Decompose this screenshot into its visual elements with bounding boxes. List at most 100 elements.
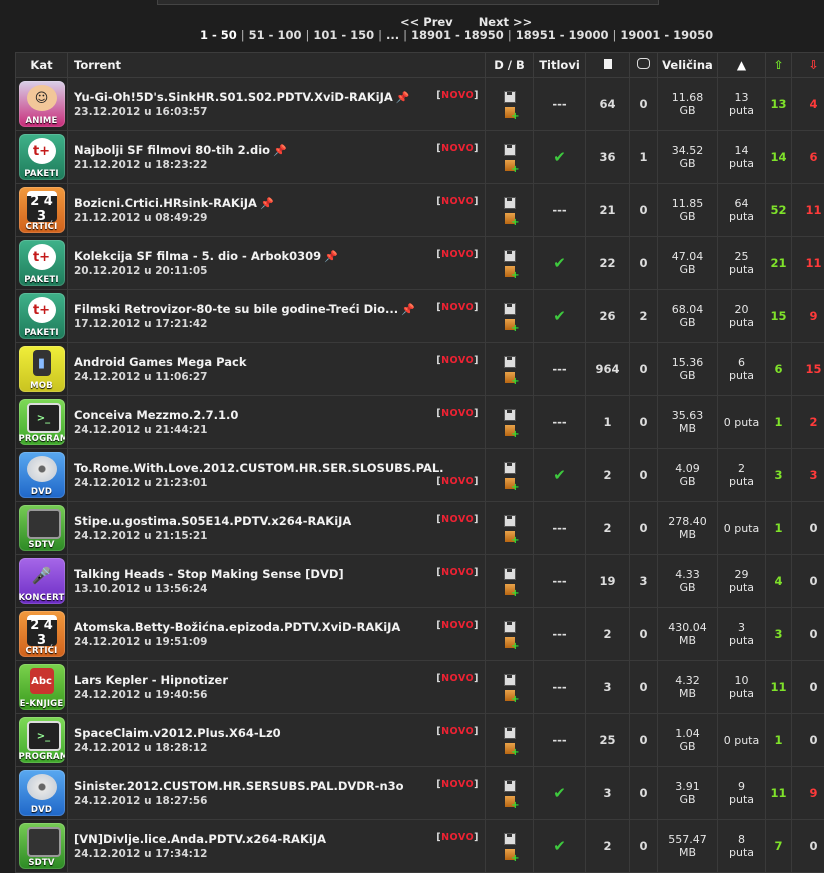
torrent-link[interactable]: Stipe.u.gostima.S05E14.PDTV.x264-RAKiJA — [74, 514, 444, 528]
seeders-cell[interactable]: 7 — [766, 820, 792, 873]
files-count[interactable]: 21 — [586, 184, 630, 237]
leechers-cell[interactable]: 0 — [792, 820, 824, 873]
seeders-cell[interactable]: 14 — [766, 131, 792, 184]
bookmark-add-icon[interactable] — [505, 531, 515, 542]
files-count[interactable]: 3 — [586, 661, 630, 714]
torrent-link[interactable]: Filmski Retrovizor-80-te su bile godine-… — [74, 302, 444, 316]
files-count[interactable]: 36 — [586, 131, 630, 184]
leechers-cell[interactable]: 0 — [792, 608, 824, 661]
bookmark-add-icon[interactable] — [505, 796, 515, 807]
files-count[interactable]: 2 — [586, 820, 630, 873]
comments-count[interactable]: 3 — [630, 555, 658, 608]
comments-count[interactable]: 0 — [630, 449, 658, 502]
page-link[interactable]: 19001 - 19050 — [620, 28, 713, 42]
leechers-cell[interactable]: 0 — [792, 714, 824, 767]
category-icon[interactable]: >_ PROGRAMI — [19, 717, 65, 763]
bookmark-add-icon[interactable] — [505, 107, 515, 118]
seeders-cell[interactable]: 11 — [766, 661, 792, 714]
comments-count[interactable]: 0 — [630, 237, 658, 290]
leechers-cell[interactable]: 0 — [792, 555, 824, 608]
category-icon[interactable]: 🎤 KONCERTI — [19, 558, 65, 604]
files-count[interactable]: 22 — [586, 237, 630, 290]
category-icon[interactable]: DVD — [19, 770, 65, 816]
bookmark-add-icon[interactable] — [505, 425, 515, 436]
header-files[interactable] — [586, 53, 630, 78]
comments-count[interactable]: 1 — [630, 131, 658, 184]
prev-link[interactable]: << Prev — [400, 15, 453, 29]
files-count[interactable]: 3 — [586, 767, 630, 820]
files-count[interactable]: 964 — [586, 343, 630, 396]
download-icon[interactable] — [504, 303, 516, 315]
seeders-cell[interactable]: 3 — [766, 449, 792, 502]
files-count[interactable]: 2 — [586, 608, 630, 661]
files-count[interactable]: 2 — [586, 449, 630, 502]
download-icon[interactable] — [504, 727, 516, 739]
comments-count[interactable]: 0 — [630, 767, 658, 820]
files-count[interactable]: 25 — [586, 714, 630, 767]
category-icon[interactable]: Abc E-KNJIGE — [19, 664, 65, 710]
bookmark-add-icon[interactable] — [505, 478, 515, 489]
comments-count[interactable]: 0 — [630, 608, 658, 661]
seeders-cell[interactable]: 1 — [766, 396, 792, 449]
comments-count[interactable]: 0 — [630, 502, 658, 555]
download-icon[interactable] — [504, 356, 516, 368]
seeders-cell[interactable]: 4 — [766, 555, 792, 608]
leechers-cell[interactable]: 11 — [792, 184, 824, 237]
torrent-link[interactable]: Najbolji SF filmovi 80-tih 2.dio📌 — [74, 143, 444, 157]
seeders-cell[interactable]: 1 — [766, 502, 792, 555]
seeders-cell[interactable]: 13 — [766, 78, 792, 131]
torrent-link[interactable]: To.Rome.With.Love.2012.CUSTOM.HR.SER.SLO… — [74, 461, 444, 475]
comments-count[interactable]: 0 — [630, 396, 658, 449]
files-count[interactable]: 26 — [586, 290, 630, 343]
category-icon[interactable]: >_ PROGRAMI — [19, 399, 65, 445]
bookmark-add-icon[interactable] — [505, 690, 515, 701]
files-count[interactable]: 19 — [586, 555, 630, 608]
bookmark-add-icon[interactable] — [505, 743, 515, 754]
download-icon[interactable] — [504, 568, 516, 580]
files-count[interactable]: 1 — [586, 396, 630, 449]
leechers-cell[interactable]: 6 — [792, 131, 824, 184]
page-link[interactable]: 18951 - 19000 — [516, 28, 609, 42]
header-torrent[interactable]: Torrent — [68, 53, 486, 78]
next-link[interactable]: Next >> — [479, 15, 533, 29]
download-icon[interactable] — [504, 197, 516, 209]
seeders-cell[interactable]: 11 — [766, 767, 792, 820]
leechers-cell[interactable]: 15 — [792, 343, 824, 396]
download-icon[interactable] — [504, 621, 516, 633]
category-icon[interactable]: SDTV — [19, 505, 65, 551]
torrent-link[interactable]: [VN]Divlje.lice.Anda.PDTV.x264-RAKiJA — [74, 832, 444, 846]
bookmark-add-icon[interactable] — [505, 160, 515, 171]
torrent-link[interactable]: Yu-Gi-Oh!5D's.SinkHR.S01.S02.PDTV.XviD-R… — [74, 90, 444, 104]
torrent-link[interactable]: Kolekcija SF filma - 5. dio - Arbok0309📌 — [74, 249, 444, 263]
header-comments[interactable] — [630, 53, 658, 78]
page-link[interactable]: 51 - 100 — [249, 28, 302, 42]
category-icon[interactable]: t+ PAKETI — [19, 293, 65, 339]
bookmark-add-icon[interactable] — [505, 319, 515, 330]
bookmark-add-icon[interactable] — [505, 849, 515, 860]
category-icon[interactable]: t+ PAKETI — [19, 240, 65, 286]
comments-count[interactable]: 0 — [630, 661, 658, 714]
category-icon[interactable]: ☺ ANIME — [19, 81, 65, 127]
download-icon[interactable] — [504, 833, 516, 845]
leechers-cell[interactable]: 2 — [792, 396, 824, 449]
comments-count[interactable]: 2 — [630, 290, 658, 343]
seeders-cell[interactable]: 21 — [766, 237, 792, 290]
category-icon[interactable]: SDTV — [19, 823, 65, 869]
seeders-cell[interactable]: 6 — [766, 343, 792, 396]
header-leechers[interactable]: ⇩ — [792, 53, 824, 78]
comments-count[interactable]: 0 — [630, 78, 658, 131]
torrent-link[interactable]: SpaceClaim.v2012.Plus.X64-Lz0 — [74, 726, 444, 740]
bookmark-add-icon[interactable] — [505, 637, 515, 648]
torrent-link[interactable]: Atomska.Betty-Božićna.epizoda.PDTV.XviD-… — [74, 620, 444, 634]
header-kat[interactable]: Kat — [16, 53, 68, 78]
bookmark-add-icon[interactable] — [505, 266, 515, 277]
download-icon[interactable] — [504, 674, 516, 686]
torrent-link[interactable]: Lars Kepler - Hipnotizer — [74, 673, 444, 687]
header-titlovi[interactable]: Titlovi — [534, 53, 586, 78]
download-icon[interactable] — [504, 144, 516, 156]
category-icon[interactable]: t+ PAKETI — [19, 134, 65, 180]
leechers-cell[interactable]: 9 — [792, 767, 824, 820]
header-completed[interactable]: ▲ — [718, 53, 766, 78]
torrent-link[interactable]: Conceiva Mezzmo.2.7.1.0 — [74, 408, 444, 422]
category-icon[interactable]: 2 4 3 CRTIĆI — [19, 611, 65, 657]
